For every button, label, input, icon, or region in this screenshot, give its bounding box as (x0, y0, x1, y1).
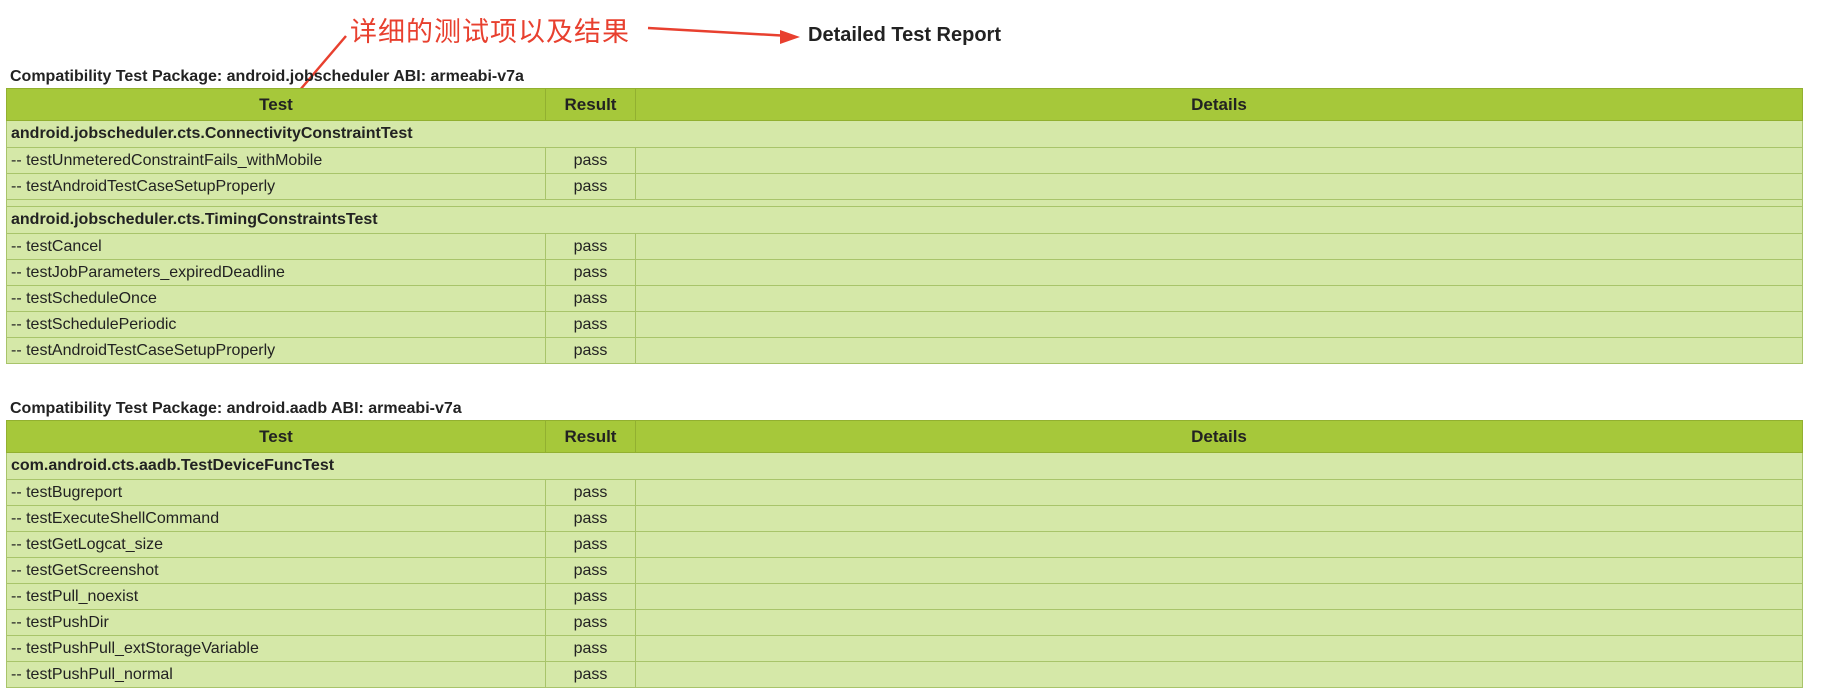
test-result: pass (545, 661, 636, 688)
test-details (635, 609, 1803, 636)
column-header-result: Result (545, 88, 636, 121)
test-details (635, 259, 1803, 286)
test-details (635, 531, 1803, 558)
package-section-2: Compatibility Test Package: android.aadb… (6, 398, 1803, 688)
test-row: -- testSchedulePeriodic pass (6, 311, 1803, 338)
results-table: Test Result Details android.jobscheduler… (6, 88, 1803, 364)
test-name: -- testPushDir (6, 609, 546, 636)
test-name: -- testJobParameters_expiredDeadline (6, 259, 546, 286)
test-result: pass (545, 337, 636, 364)
column-header-result: Result (545, 420, 636, 453)
test-class-name: com.android.cts.aadb.TestDeviceFuncTest (6, 452, 1803, 480)
test-class-row: com.android.cts.aadb.TestDeviceFuncTest (6, 452, 1803, 480)
test-details (635, 147, 1803, 174)
test-class-row: android.jobscheduler.cts.ConnectivityCon… (6, 120, 1803, 148)
column-header-details: Details (635, 420, 1803, 453)
test-name: -- testAndroidTestCaseSetupProperly (6, 337, 546, 364)
test-result: pass (545, 147, 636, 174)
test-row: -- testGetScreenshot pass (6, 557, 1803, 584)
test-name: -- testUnmeteredConstraintFails_withMobi… (6, 147, 546, 174)
test-name: -- testCancel (6, 233, 546, 260)
header-row: Test Result Details (6, 88, 1803, 121)
test-details (635, 557, 1803, 584)
test-result: pass (545, 233, 636, 260)
column-header-details: Details (635, 88, 1803, 121)
test-details (635, 337, 1803, 364)
test-row: -- testAndroidTestCaseSetupProperly pass (6, 173, 1803, 200)
test-result: pass (545, 583, 636, 610)
test-details (635, 311, 1803, 338)
test-row: -- testAndroidTestCaseSetupProperly pass (6, 337, 1803, 364)
test-name: -- testPushPull_extStorageVariable (6, 635, 546, 662)
test-details (635, 505, 1803, 532)
test-details (635, 173, 1803, 200)
spacer-row (6, 199, 1803, 207)
test-class-name: android.jobscheduler.cts.ConnectivityCon… (6, 120, 1803, 148)
test-result: pass (545, 609, 636, 636)
test-result: pass (545, 259, 636, 286)
package-title: Compatibility Test Package: android.jobs… (10, 68, 524, 85)
report-title: Detailed Test Report (808, 24, 1001, 46)
header-row: Test Result Details (6, 420, 1803, 453)
test-details (635, 233, 1803, 260)
test-details (635, 285, 1803, 312)
test-result: pass (545, 557, 636, 584)
test-name: -- testBugreport (6, 479, 546, 506)
test-row: -- testGetLogcat_size pass (6, 531, 1803, 558)
test-row: -- testJobParameters_expiredDeadline pas… (6, 259, 1803, 286)
test-row: -- testScheduleOnce pass (6, 285, 1803, 312)
test-row: -- testExecuteShellCommand pass (6, 505, 1803, 532)
results-table: Test Result Details com.android.cts.aadb… (6, 420, 1803, 688)
package-section-1: Compatibility Test Package: android.jobs… (6, 66, 1803, 364)
test-row: -- testBugreport pass (6, 479, 1803, 506)
column-header-test: Test (6, 420, 546, 453)
test-name: -- testGetLogcat_size (6, 531, 546, 558)
test-details (635, 661, 1803, 688)
test-row: -- testPushDir pass (6, 609, 1803, 636)
test-result: pass (545, 285, 636, 312)
test-name: -- testGetScreenshot (6, 557, 546, 584)
test-class-row: android.jobscheduler.cts.TimingConstrain… (6, 206, 1803, 234)
test-result: pass (545, 311, 636, 338)
annotation-label: 详细的测试项以及结果 (350, 17, 630, 48)
package-title: Compatibility Test Package: android.aadb… (10, 400, 462, 417)
test-row: -- testCancel pass (6, 233, 1803, 260)
test-row: -- testUnmeteredConstraintFails_withMobi… (6, 147, 1803, 174)
test-name: -- testScheduleOnce (6, 285, 546, 312)
test-result: pass (545, 635, 636, 662)
arrow-to-report-title-head (780, 30, 800, 44)
test-row: -- testPushPull_extStorageVariable pass (6, 635, 1803, 662)
arrow-to-report-title (647, 26, 792, 40)
test-details (635, 479, 1803, 506)
test-result: pass (545, 173, 636, 200)
column-header-test: Test (6, 88, 546, 121)
test-class-name: android.jobscheduler.cts.TimingConstrain… (6, 206, 1803, 234)
test-details (635, 635, 1803, 662)
test-result: pass (545, 531, 636, 558)
test-name: -- testExecuteShellCommand (6, 505, 546, 532)
test-row: -- testPushPull_normal pass (6, 661, 1803, 688)
test-result: pass (545, 479, 636, 506)
test-name: -- testPull_noexist (6, 583, 546, 610)
test-name: -- testSchedulePeriodic (6, 311, 546, 338)
test-name: -- testPushPull_normal (6, 661, 546, 688)
test-row: -- testPull_noexist pass (6, 583, 1803, 610)
test-name: -- testAndroidTestCaseSetupProperly (6, 173, 546, 200)
test-result: pass (545, 505, 636, 532)
spacer-cell (6, 199, 1803, 207)
test-details (635, 583, 1803, 610)
